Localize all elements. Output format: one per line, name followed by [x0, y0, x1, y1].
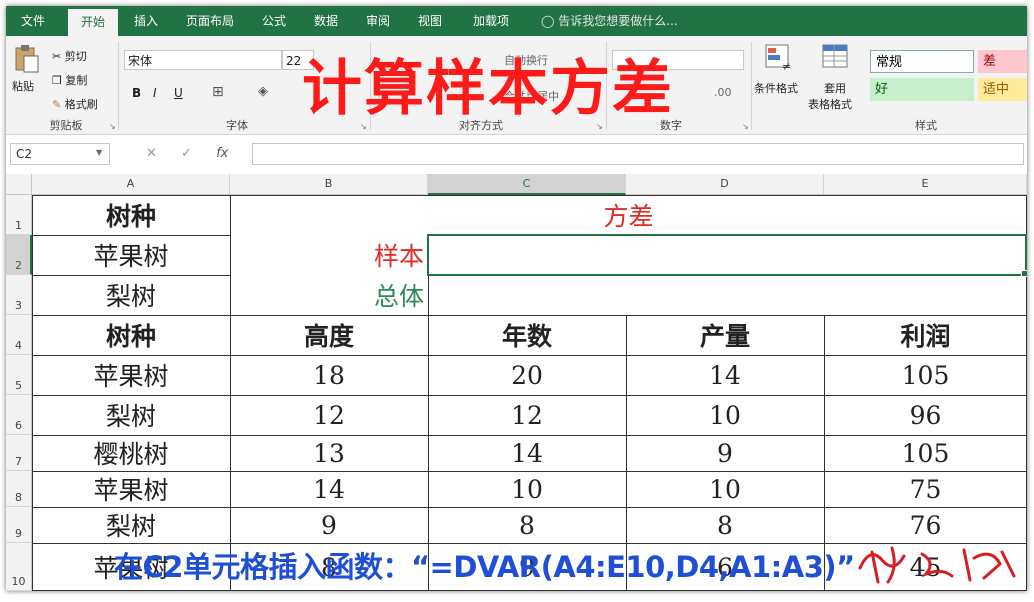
- styles-group-label: 样式: [915, 119, 937, 132]
- italic-button[interactable]: I: [153, 86, 157, 100]
- name-box-dropdown-icon[interactable]: ▼: [96, 148, 102, 157]
- cell-e8[interactable]: 75: [824, 471, 1027, 507]
- formula-bar: C2 ▼ ✕ ✓ fx: [6, 139, 1027, 169]
- cell-b1-merged[interactable]: 方差: [230, 195, 1027, 235]
- insert-function-icon[interactable]: fx: [216, 146, 228, 161]
- cell-b6[interactable]: 12: [230, 395, 428, 435]
- decimal-icon[interactable]: .00: [714, 86, 732, 99]
- cancel-icon[interactable]: ✕: [146, 146, 157, 161]
- cell-c9[interactable]: 8: [428, 507, 626, 543]
- worksheet-grid: A B C D E 1 2 3 4 5 6 7 8 9 10 树种 方差 苹果树…: [6, 174, 1027, 591]
- tab-review[interactable]: 审阅: [356, 6, 400, 36]
- lightbulb-icon: ◯: [541, 14, 555, 28]
- cell-d8[interactable]: 10: [626, 471, 824, 507]
- copy-icon: ❐: [52, 74, 62, 87]
- cell-c8[interactable]: 10: [428, 471, 626, 507]
- fill-color-icon[interactable]: ◈: [258, 84, 268, 99]
- clipboard-group-label: 剪贴板: [49, 119, 83, 132]
- table-format-icon: [822, 44, 848, 68]
- ribbon-tab-bar: 文件 开始 插入 页面布局 公式 数据 审阅 视图 加载项 ◯ 告诉我您想要做什…: [6, 6, 1027, 36]
- overlay-title: 计算样本方差: [302, 54, 674, 125]
- paste-icon: [15, 45, 39, 73]
- tab-page-layout[interactable]: 页面布局: [176, 6, 244, 36]
- cell-b8[interactable]: 14: [230, 471, 428, 507]
- borders-icon[interactable]: ⊞: [212, 84, 224, 100]
- tab-insert[interactable]: 插入: [124, 6, 168, 36]
- cell-d6[interactable]: 10: [626, 395, 824, 435]
- formula-bar-controls: ✕ ✓ fx: [146, 143, 228, 165]
- cell-b7[interactable]: 13: [230, 435, 428, 471]
- format-as-table-button[interactable]: 套用 表格格式: [806, 44, 866, 114]
- tab-formulas[interactable]: 公式: [252, 6, 296, 36]
- cell-c7[interactable]: 14: [428, 435, 626, 471]
- cell-b4[interactable]: 高度: [230, 315, 428, 355]
- number-launcher-icon[interactable]: ↘: [742, 122, 749, 131]
- conditional-format-icon: ≠: [765, 44, 791, 73]
- cell-a3[interactable]: 梨树: [32, 275, 230, 315]
- cell-e7[interactable]: 105: [824, 435, 1027, 471]
- style-bad[interactable]: 差: [978, 50, 1027, 73]
- cell-a6[interactable]: 梨树: [32, 395, 230, 435]
- cell-d5[interactable]: 14: [626, 355, 824, 395]
- cell-b2[interactable]: 样本: [230, 235, 428, 275]
- tab-home[interactable]: 开始: [68, 9, 118, 36]
- cell-a9[interactable]: 梨树: [32, 507, 230, 543]
- cell-e5[interactable]: 105: [824, 355, 1027, 395]
- signature-watermark: [858, 546, 1016, 584]
- clipboard-launcher-icon[interactable]: ↘: [109, 122, 116, 131]
- cell-c4[interactable]: 年数: [428, 315, 626, 355]
- cell-d7[interactable]: 9: [626, 435, 824, 471]
- bold-button[interactable]: B: [132, 86, 141, 100]
- tell-me-search[interactable]: ◯ 告诉我您想要做什么...: [541, 6, 678, 36]
- fill-handle[interactable]: [1021, 270, 1027, 277]
- cell-a2[interactable]: 苹果树: [32, 235, 230, 275]
- cell-d9[interactable]: 8: [626, 507, 824, 543]
- enter-icon[interactable]: ✓: [181, 146, 192, 161]
- cut-button[interactable]: ✂ 剪切: [52, 48, 87, 64]
- cell-a5[interactable]: 苹果树: [32, 355, 230, 395]
- cell-e4[interactable]: 利润: [824, 315, 1027, 355]
- scissors-icon: ✂: [52, 50, 62, 63]
- style-neutral[interactable]: 适中: [978, 78, 1027, 101]
- font-group-label: 字体: [226, 119, 248, 132]
- copy-button[interactable]: ❐ 复制: [52, 72, 87, 88]
- brush-icon: ✎: [52, 98, 62, 111]
- style-normal[interactable]: 常规: [870, 50, 974, 73]
- formula-input[interactable]: [252, 143, 1024, 165]
- tab-data[interactable]: 数据: [304, 6, 348, 36]
- excel-window: 文件 开始 插入 页面布局 公式 数据 审阅 视图 加载项 ◯ 告诉我您想要做什…: [6, 6, 1027, 591]
- tab-file[interactable]: 文件: [6, 6, 60, 36]
- tab-addins[interactable]: 加载项: [462, 6, 520, 36]
- cell-a4[interactable]: 树种: [32, 315, 230, 355]
- cell-e6[interactable]: 96: [824, 395, 1027, 435]
- conditional-format-button[interactable]: ≠ 条件格式: [754, 44, 806, 114]
- overlay-caption: 在C2单元格插入函数：“=DVAR(A4:E10,D4,A1:A3)”: [114, 550, 855, 584]
- cell-c5[interactable]: 20: [428, 355, 626, 395]
- font-name-select[interactable]: 宋体: [124, 50, 282, 70]
- svg-text:≠: ≠: [782, 60, 791, 73]
- format-painter-button[interactable]: ✎ 格式刷: [52, 96, 98, 112]
- active-cell-border: [427, 234, 1027, 276]
- underline-button[interactable]: U: [174, 86, 183, 100]
- style-good[interactable]: 好: [870, 78, 974, 101]
- paste-button[interactable]: 粘贴: [12, 44, 42, 106]
- cell-b9[interactable]: 9: [230, 507, 428, 543]
- cell-d4[interactable]: 产量: [626, 315, 824, 355]
- tab-view[interactable]: 视图: [408, 6, 452, 36]
- cell-c6[interactable]: 12: [428, 395, 626, 435]
- name-box[interactable]: C2: [10, 143, 110, 165]
- cell-b3[interactable]: 总体: [230, 275, 428, 315]
- cell-a1[interactable]: 树种: [32, 195, 230, 235]
- cell-a8[interactable]: 苹果树: [32, 471, 230, 507]
- cell-b5[interactable]: 18: [230, 355, 428, 395]
- cell-a7[interactable]: 樱桃树: [32, 435, 230, 471]
